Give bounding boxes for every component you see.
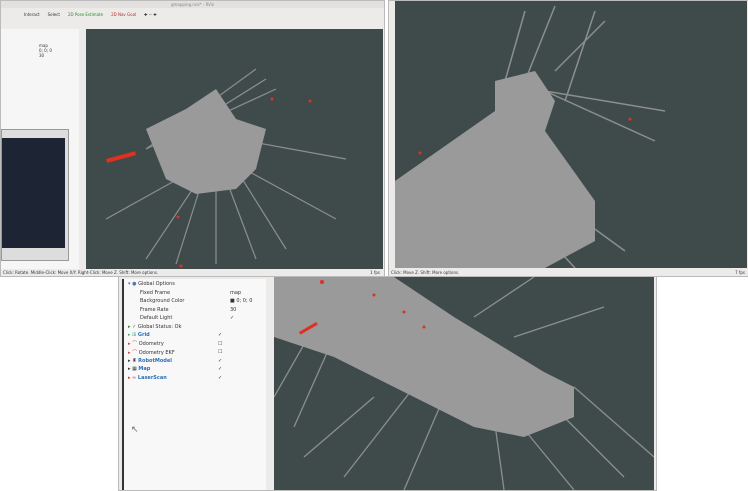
window-title: gmapping.rviz* - RViz — [1, 1, 384, 8]
map-icon: ▸ ▦ — [128, 366, 139, 373]
tool-pose-estimate[interactable]: 2D Pose Estimate — [68, 12, 103, 17]
display-robotmodel[interactable]: ▸ ♜ RobotModel ✓ — [128, 357, 266, 366]
display-row-global-options[interactable]: ▾ ● Global Options — [128, 280, 266, 289]
odometry-icon: ▸ ⌒ — [128, 349, 139, 356]
prop-frame-rate[interactable]: Frame Rate 30 — [128, 306, 266, 315]
rviz-window-3: ▾ ● Global Options Fixed Frame map Backgr… — [118, 276, 657, 491]
map-checkbox[interactable]: ✓ — [218, 366, 222, 372]
grid-checkbox[interactable]: ✓ — [218, 332, 222, 338]
display-odometry-ekf[interactable]: ▸ ⌒ Odometry EKF ☐ — [128, 348, 266, 357]
grid-icon: ▸ ⊞ — [128, 332, 138, 339]
robot-icon: ▸ ♜ — [128, 357, 139, 364]
display-odometry[interactable]: ▸ ⌒ Odometry ☐ — [128, 340, 266, 349]
fps-readout: 7 fps — [735, 270, 745, 275]
3d-viewport[interactable] — [86, 29, 383, 269]
3d-viewport-zoomed[interactable] — [395, 1, 747, 268]
frame-rate-value: 30 — [39, 53, 45, 58]
rviz-window-2: Click: Move Z. Shift: More options. 7 fp… — [388, 0, 748, 277]
displays-tree: ▾ ● Global Options Fixed Frame map Backgr… — [122, 279, 266, 490]
tool-select[interactable]: Select — [48, 12, 60, 17]
floating-dialog — [1, 129, 69, 261]
robotmodel-checkbox[interactable]: ✓ — [218, 358, 222, 364]
prop-background-color[interactable]: Background Color ■ 0; 0; 0 — [128, 297, 266, 306]
rviz-window-1: gmapping.rviz* - RViz Interact Select 2D… — [0, 0, 385, 277]
prop-fixed-frame[interactable]: Fixed Frame map — [128, 289, 266, 298]
laserscan-checkbox[interactable]: ✓ — [218, 375, 222, 381]
3d-viewport-bottom[interactable] — [274, 277, 654, 490]
status-bar: Click: Rotate. Middle-Click: Move X/Y. R… — [3, 270, 159, 275]
fps-readout: 1 fps — [370, 270, 380, 275]
mouse-cursor-icon: ↖ — [131, 425, 139, 435]
display-map[interactable]: ▸ ▦ Map ✓ — [128, 365, 266, 374]
odometry-icon: ▸ ⌒ — [128, 341, 139, 348]
display-global-status[interactable]: ▸ ✓ Global Status: Ok — [128, 323, 266, 332]
displays-panel: map 0; 0; 0 30 — [1, 29, 79, 269]
tool-nav-goal[interactable]: 2D Nav Goal — [111, 12, 136, 17]
dialog-content — [2, 138, 65, 248]
odometry-ekf-checkbox[interactable]: ☐ — [218, 349, 222, 355]
display-laserscan[interactable]: ▸ ≈ LaserScan ✓ — [128, 374, 266, 383]
check-icon: ▸ ✓ — [128, 323, 138, 330]
odometry-checkbox[interactable]: ☐ — [218, 341, 222, 347]
laser-icon: ▸ ≈ — [128, 374, 138, 381]
toolbar: Interact Select 2D Pose Estimate 2D Nav … — [1, 8, 384, 20]
prop-default-light[interactable]: Default Light ✓ — [128, 314, 266, 323]
display-grid[interactable]: ▸ ⊞ Grid ✓ — [128, 331, 266, 340]
tool-interact[interactable]: Interact — [24, 12, 40, 17]
plus-icon[interactable]: ✚ − ✚ — [144, 12, 157, 17]
status-bar: Click: Move Z. Shift: More options. — [391, 270, 460, 275]
